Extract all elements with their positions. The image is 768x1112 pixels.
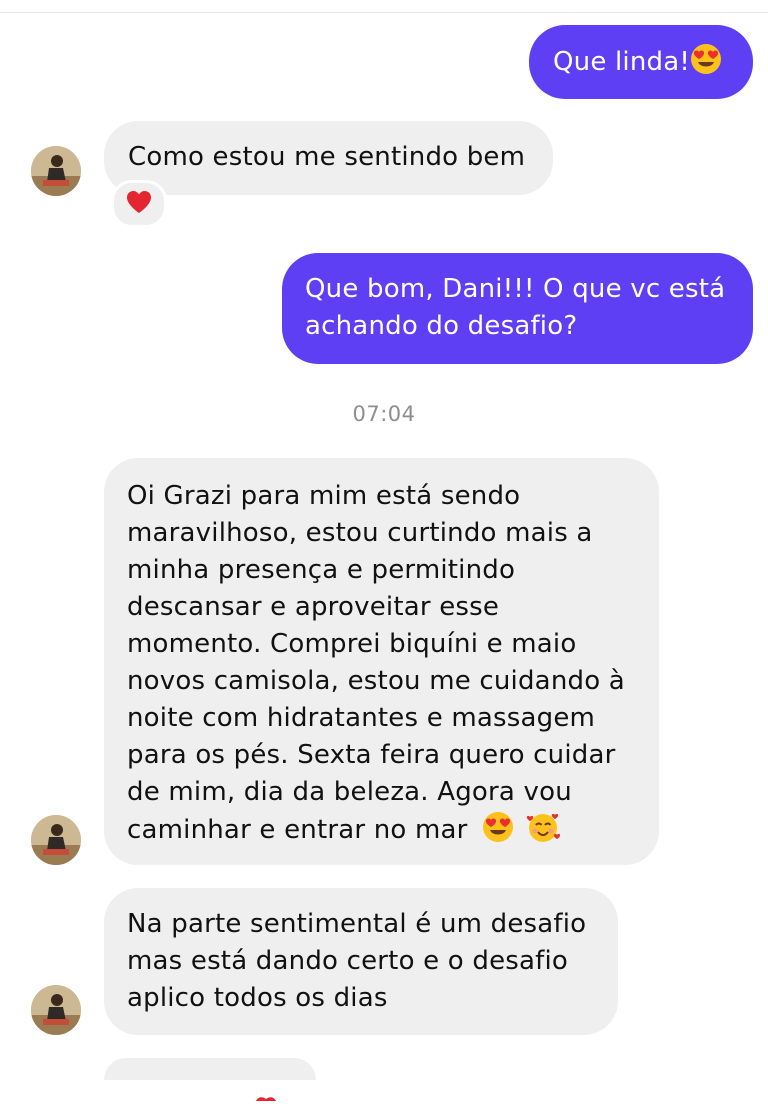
- outgoing-message[interactable]: Que linda!: [529, 25, 753, 99]
- heart-eyes-emoji-icon: [690, 43, 722, 86]
- message-text: Na parte sentimental é um desafio mas es…: [127, 909, 587, 1013]
- message-text: Como estou me sentindo bem: [128, 142, 526, 172]
- contact-avatar[interactable]: [31, 146, 81, 196]
- smiling-face-with-hearts-icon: [526, 811, 561, 854]
- message-reaction[interactable]: [111, 180, 167, 228]
- incoming-message[interactable]: Como estou me sentindo bem: [104, 121, 553, 195]
- top-divider: [0, 0, 768, 13]
- message-text: Que bom, Dani!!! O que vc está achando d…: [305, 274, 726, 341]
- message-text: Que linda!: [553, 47, 690, 77]
- heart-eyes-emoji-icon: [482, 811, 514, 854]
- contact-avatar[interactable]: [31, 815, 81, 865]
- red-heart-icon: [126, 190, 152, 218]
- incoming-message[interactable]: Oi Grazi para mim está sendo maravilhoso…: [104, 458, 659, 865]
- outgoing-message[interactable]: Que bom, Dani!!! O que vc está achando d…: [282, 253, 753, 364]
- emoji-partial-icon: [254, 1075, 284, 1112]
- incoming-message[interactable]: Na parte sentimental é um desafio mas es…: [104, 888, 618, 1035]
- contact-avatar[interactable]: [31, 985, 81, 1035]
- incoming-message-partial[interactable]: [104, 1058, 316, 1101]
- timestamp: 07:04: [352, 402, 416, 426]
- message-text: Oi Grazi para mim está sendo maravilhoso…: [127, 481, 625, 845]
